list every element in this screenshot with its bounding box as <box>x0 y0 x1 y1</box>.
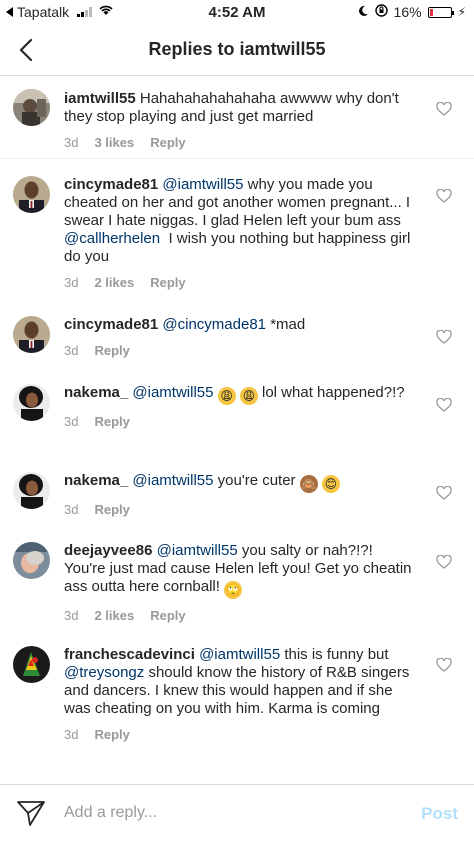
likes-count-link[interactable]: 3 likes <box>94 134 134 152</box>
moon-icon <box>358 4 369 20</box>
likes-count-link[interactable]: 2 likes <box>94 274 134 292</box>
reply-body: iamtwill55 Hahahahahahahaha awwww why do… <box>64 90 414 152</box>
reply-age: 3d <box>64 135 79 150</box>
reply-age: 3d <box>64 502 79 517</box>
eye-roll-emoji-icon: 🙄 <box>224 581 243 599</box>
battery-icon <box>427 6 454 18</box>
heart-icon[interactable] <box>436 485 452 500</box>
battery-percent: 16% <box>393 4 422 20</box>
reply-body: nakema_ @iamtwill55 😩 😩 lol what happene… <box>64 384 414 431</box>
status-bar: Tapatalk 4:52 AM 16% ⚡ <box>0 0 474 24</box>
reply-age: 3d <box>64 608 79 623</box>
reply-button[interactable]: Reply <box>94 501 129 519</box>
heart-icon[interactable] <box>436 657 452 672</box>
mention-link[interactable]: @iamtwill55 <box>157 542 238 559</box>
weary-face-emoji-icon: 😩 <box>217 387 236 405</box>
charging-bolt-icon: ⚡ <box>457 5 466 19</box>
avatar[interactable] <box>13 472 50 509</box>
avatar[interactable] <box>13 89 50 126</box>
navigation-bar: Replies to iamtwill55 <box>0 24 474 76</box>
avatar[interactable] <box>13 646 50 683</box>
reply-text: lol what happened?!? <box>262 384 405 401</box>
likes-count-link[interactable]: 2 likes <box>94 607 134 625</box>
mention-link[interactable]: @callherhelen <box>64 230 160 247</box>
reply-button[interactable]: Reply <box>150 607 185 625</box>
heart-icon[interactable] <box>436 188 452 203</box>
mention-link[interactable]: @cincymade81 <box>162 316 266 333</box>
reply-body: cincymade81 @iamtwill55 why you made you… <box>64 176 414 292</box>
post-button[interactable]: Post <box>421 804 458 824</box>
reply-age: 3d <box>64 414 79 429</box>
reply-meta: 3d 2 likes Reply <box>64 274 414 292</box>
reply-meta: 3d Reply <box>64 726 414 744</box>
reply-text: *mad <box>270 316 306 333</box>
username-link[interactable]: iamtwill55 <box>64 90 136 107</box>
avatar[interactable] <box>13 176 50 213</box>
mention-link[interactable]: @iamtwill55 <box>162 176 243 193</box>
reply-button[interactable]: Reply <box>94 413 129 431</box>
reply-meta: 3d 2 likes Reply <box>64 607 414 625</box>
mention-link[interactable]: @iamtwill55 <box>199 646 280 663</box>
mention-link[interactable]: @treysongz <box>64 664 144 681</box>
reply-age: 3d <box>64 275 79 290</box>
reply-text: this is funny but <box>284 646 389 663</box>
reply-button[interactable]: Reply <box>150 134 185 152</box>
reply-meta: 3d Reply <box>64 342 414 360</box>
reply-body: nakema_ @iamtwill55 you're cuter 🙈 😊 3d … <box>64 472 414 519</box>
avatar[interactable] <box>13 316 50 353</box>
heart-icon[interactable] <box>436 329 452 344</box>
reply-input[interactable] <box>64 797 384 829</box>
mention-link[interactable]: @iamtwill55 <box>132 384 213 401</box>
reply-body: deejayvee86 @iamtwill55 you salty or nah… <box>64 542 414 625</box>
reply-button[interactable]: Reply <box>94 726 129 744</box>
reply-body: franchescadevinci @iamtwill55 this is fu… <box>64 646 414 744</box>
page-title: Replies to iamtwill55 <box>148 39 326 59</box>
avatar[interactable] <box>13 542 50 579</box>
rotation-lock-icon <box>374 4 388 20</box>
mention-link[interactable]: @iamtwill55 <box>132 472 213 489</box>
username-link[interactable]: franchescadevinci <box>64 646 195 663</box>
reply-age: 3d <box>64 727 79 742</box>
weary-face-emoji-icon: 😩 <box>239 387 258 405</box>
reply-body: cincymade81 @cincymade81 *mad 3d Reply <box>64 316 414 360</box>
reply-meta: 3d Reply <box>64 501 414 519</box>
see-no-evil-monkey-emoji-icon: 🙈 <box>299 475 318 493</box>
reply-button[interactable]: Reply <box>150 274 185 292</box>
username-link[interactable]: deejayvee86 <box>64 542 152 559</box>
reply-button[interactable]: Reply <box>94 342 129 360</box>
divider <box>0 158 474 159</box>
reply-meta: 3d Reply <box>64 413 414 431</box>
reply-age: 3d <box>64 343 79 358</box>
heart-icon[interactable] <box>436 397 452 412</box>
username-link[interactable]: cincymade81 <box>64 176 158 193</box>
smiling-face-emoji-icon: 😊 <box>321 475 340 493</box>
heart-icon[interactable] <box>436 554 452 569</box>
username-link[interactable]: nakema_ <box>64 472 128 489</box>
send-paper-plane-icon[interactable] <box>16 799 46 827</box>
reply-meta: 3d 3 likes Reply <box>64 134 414 152</box>
reply-text: you're cuter <box>217 472 296 489</box>
username-link[interactable]: nakema_ <box>64 384 128 401</box>
heart-icon[interactable] <box>436 101 452 116</box>
avatar[interactable] <box>13 384 50 421</box>
status-right: 16% ⚡ <box>358 4 466 20</box>
username-link[interactable]: cincymade81 <box>64 316 158 333</box>
reply-composer: Post <box>0 784 474 842</box>
